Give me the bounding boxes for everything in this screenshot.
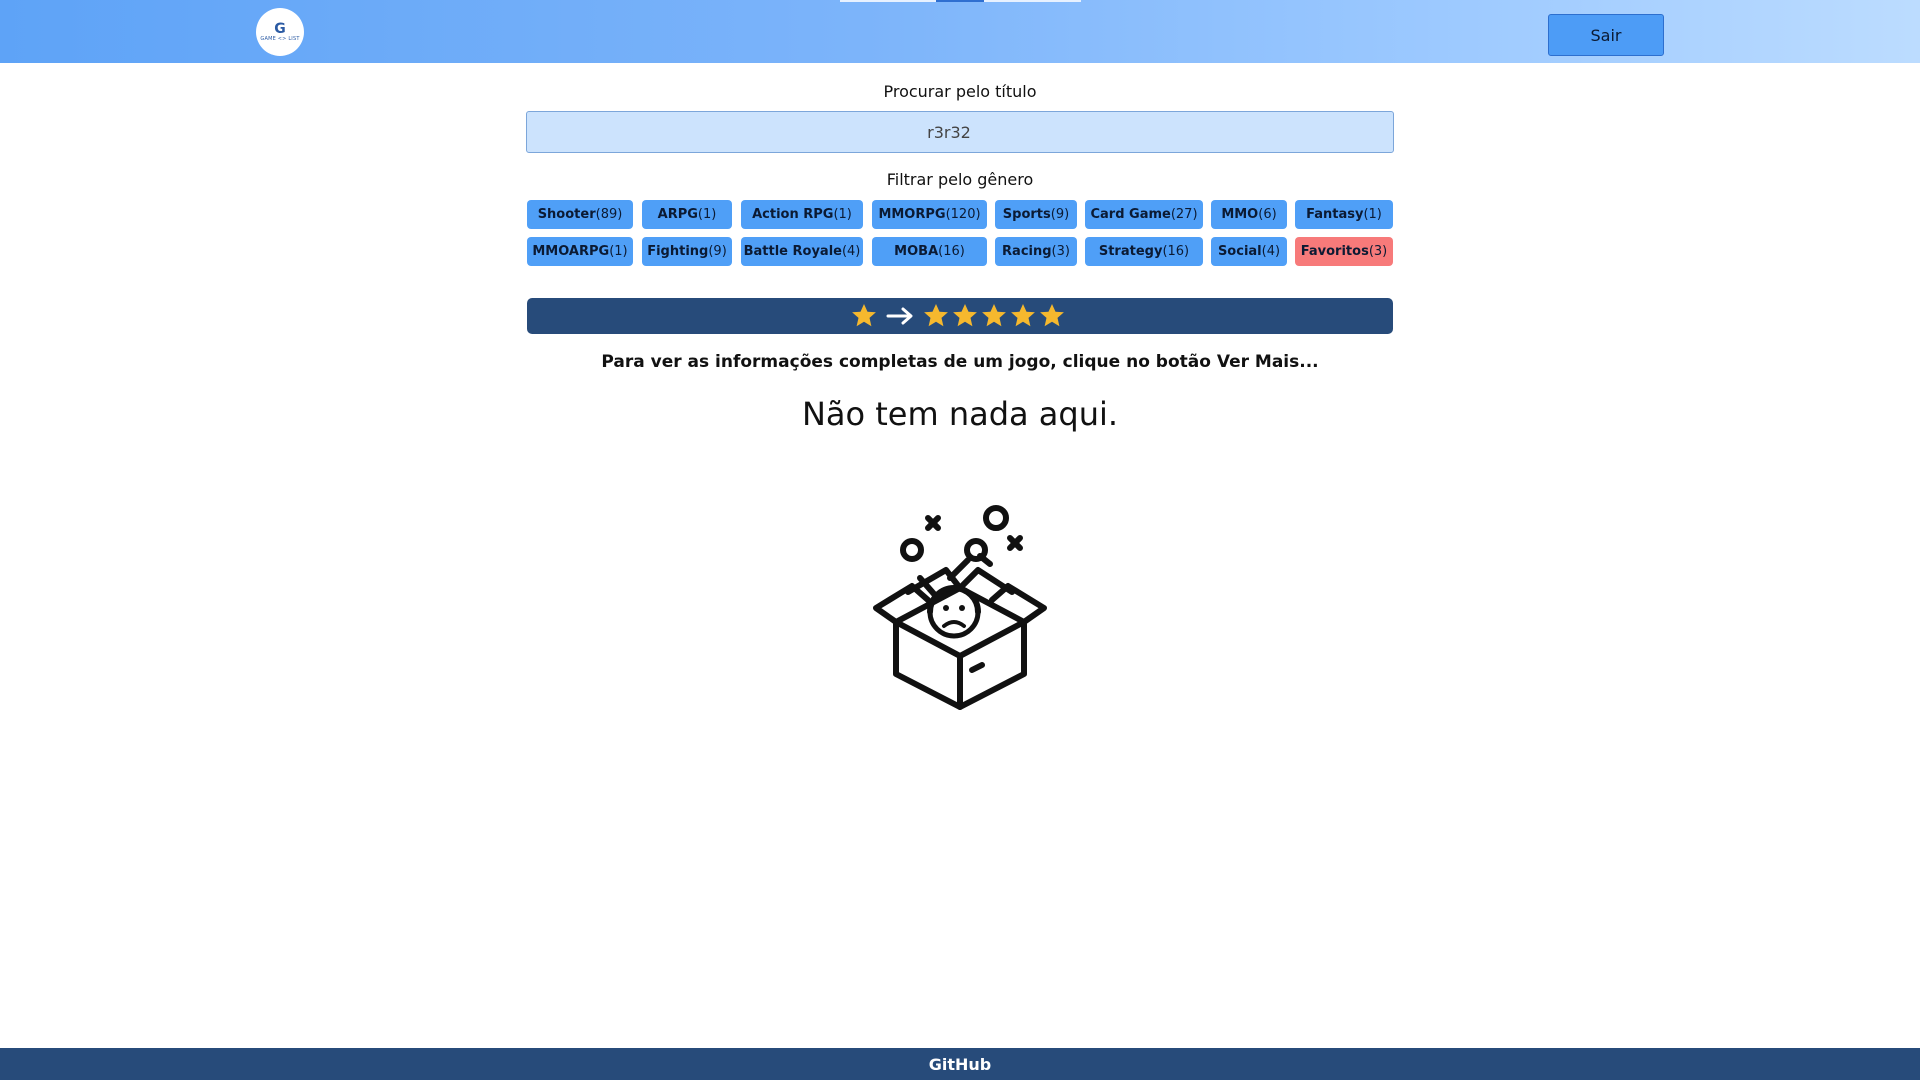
top-tab-indicator [840, 0, 1081, 2]
star-icon [852, 304, 876, 327]
genre-button-racing[interactable]: Racing (3) [995, 237, 1077, 266]
logout-button[interactable]: Sair [1548, 14, 1664, 56]
genre-button-card-game[interactable]: Card Game (27) [1085, 200, 1203, 229]
rating-sort-icons [852, 304, 1064, 327]
empty-box-icon [873, 505, 1047, 710]
github-link[interactable]: GitHub [929, 1055, 992, 1074]
genre-button-favorites[interactable]: Favoritos (3) [1295, 237, 1393, 266]
genre-button-battle-royale[interactable]: Battle Royale (4) [741, 237, 863, 266]
app-logo[interactable]: G GAME <> LIST [256, 8, 304, 56]
genre-button-arpg[interactable]: ARPG (1) [642, 200, 732, 229]
page-footer: GitHub [0, 1048, 1920, 1080]
genre-button-mmorpg[interactable]: MMORPG (120) [872, 200, 987, 229]
genre-button-fighting[interactable]: Fighting (9) [642, 237, 732, 266]
genre-button-shooter[interactable]: Shooter (89) [527, 200, 633, 229]
star-icon [1011, 304, 1035, 327]
logo-letter: G [274, 20, 286, 37]
star-icon [982, 304, 1006, 327]
genre-button-social[interactable]: Social (4) [1211, 237, 1287, 266]
genre-button-mmo[interactable]: MMO (6) [1211, 200, 1287, 229]
star-icon [953, 304, 977, 327]
genre-button-mmoarpg[interactable]: MMOARPG (1) [527, 237, 633, 266]
empty-state-title: Não tem nada aqui. [801, 395, 1119, 433]
logo-subtext: GAME <> LIST [260, 35, 300, 42]
search-label: Procurar pelo título [883, 82, 1037, 101]
star-icon [1040, 304, 1064, 327]
genre-button-fantasy[interactable]: Fantasy (1) [1295, 200, 1393, 229]
search-input[interactable] [526, 111, 1394, 153]
genre-filter-label: Filtrar pelo gênero [886, 170, 1034, 189]
genre-button-moba[interactable]: MOBA (16) [872, 237, 987, 266]
top-header: G GAME <> LIST Sair [0, 0, 1920, 63]
genre-button-strategy[interactable]: Strategy (16) [1085, 237, 1203, 266]
genre-button-action-rpg[interactable]: Action RPG (1) [741, 200, 863, 229]
rating-sort-bar[interactable] [527, 298, 1393, 334]
genre-button-sports[interactable]: Sports (9) [995, 200, 1077, 229]
star-icon [924, 304, 948, 327]
info-text: Para ver as informações completas de um … [601, 352, 1319, 372]
arrow-right-icon [886, 307, 913, 325]
